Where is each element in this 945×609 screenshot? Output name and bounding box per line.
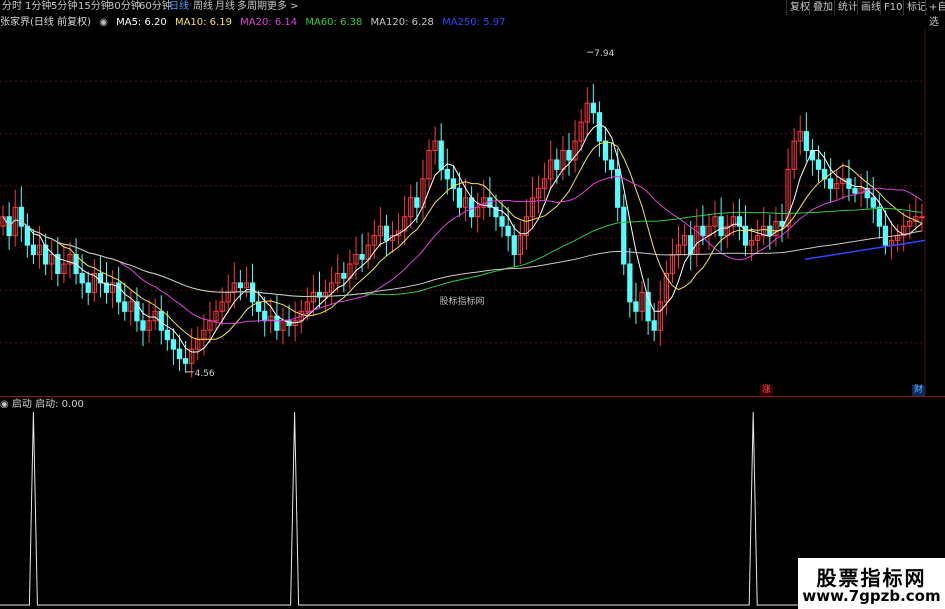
candle-body xyxy=(341,272,347,279)
indicator-value: 启动: 0.00 xyxy=(35,399,84,410)
diamond-icon: ◇ xyxy=(913,29,920,31)
candle-body xyxy=(262,310,268,322)
candle-body xyxy=(414,197,420,208)
period-tab-7[interactable]: 周线 xyxy=(193,1,213,13)
period-tab-4[interactable]: 30分钟 xyxy=(108,1,141,13)
candle-body xyxy=(809,150,816,161)
candle-body xyxy=(499,216,505,227)
candle-body xyxy=(919,216,925,219)
candle-body xyxy=(596,112,603,142)
candle-body xyxy=(870,197,876,208)
site-watermark: 股票指标网 www.7gpzb.com xyxy=(798,558,945,609)
ma120-label: MA120: 6.28 xyxy=(370,17,434,28)
candle-body xyxy=(828,178,834,189)
candle-body xyxy=(633,301,639,312)
period-tab-2[interactable]: 5分钟 xyxy=(51,1,77,13)
ma250-label: MA250: 5.97 xyxy=(442,17,506,28)
candle-body xyxy=(602,140,609,161)
period-tab-6[interactable]: 日线 xyxy=(169,1,189,13)
candle-body xyxy=(876,206,882,227)
watermark-url: www.7gpzb.com xyxy=(802,587,941,605)
candle-body xyxy=(511,235,517,256)
period-tab-3[interactable]: 15分钟 xyxy=(78,1,111,13)
ma5-label: MA5: 6.20 xyxy=(116,17,167,28)
candle-body xyxy=(24,225,31,246)
tool-button-4[interactable]: F10 xyxy=(880,0,905,15)
candle-body xyxy=(438,140,444,170)
main-legend: 张家界(日线 前复权) ◉ MA5: 6.20 MA10: 6.19 MA20:… xyxy=(0,16,510,29)
candle-body xyxy=(30,244,37,256)
candle-body xyxy=(554,159,560,170)
candle-body xyxy=(590,102,596,114)
candle-body xyxy=(444,168,450,180)
candle-body xyxy=(468,197,475,218)
candle-body xyxy=(79,272,85,284)
period-tab-8[interactable]: 月线 xyxy=(215,1,235,13)
candle-body xyxy=(608,159,615,170)
candle-body xyxy=(700,225,706,237)
candle-body xyxy=(815,159,822,170)
zhang-badge[interactable]: 涨 xyxy=(760,385,774,396)
candle-body xyxy=(718,216,724,237)
candle-body xyxy=(176,348,183,360)
candle-body xyxy=(85,282,91,293)
candle-body xyxy=(274,315,280,331)
stock-title: 张家界(日线 前复权) xyxy=(0,17,91,28)
candle-body xyxy=(456,187,463,208)
panel-divider[interactable] xyxy=(0,396,945,397)
tool-button-6[interactable]: +自选 xyxy=(925,0,945,28)
candle-body xyxy=(237,282,244,289)
candle-body xyxy=(359,254,365,260)
period-toolbar: 分时 1分钟 5分钟 15分钟 30分钟 60分钟 日线 周线 月线 多周期 更多 > 复权 叠加 统计画… xyxy=(0,0,945,28)
cai-badge[interactable]: 财 xyxy=(912,385,926,396)
period-tab-1[interactable]: 1分钟 xyxy=(25,1,51,13)
candle-body xyxy=(18,206,24,227)
candlestick-chart[interactable]: 7.94 4.56 股标指标网 ◇ xyxy=(0,29,945,395)
low-price-label: 4.56 xyxy=(195,369,215,379)
period-tab-5[interactable]: 60分钟 xyxy=(139,1,172,13)
settings-circle-icon[interactable]: ◉ xyxy=(99,17,108,28)
candle-body xyxy=(621,206,627,265)
period-tab-9[interactable]: 多周期 xyxy=(237,1,267,13)
ma20-label: MA20: 6.14 xyxy=(240,17,298,28)
candle-body xyxy=(615,168,621,208)
candle-body xyxy=(566,150,572,161)
candle-body xyxy=(505,225,511,237)
candle-body xyxy=(852,187,858,194)
ma10-label: MA10: 6.19 xyxy=(174,17,232,28)
candle-body xyxy=(688,235,694,256)
candle-body xyxy=(383,225,390,241)
candle-body xyxy=(651,320,657,331)
ma60-label: MA60: 6.38 xyxy=(305,17,363,28)
candle-body xyxy=(140,320,146,331)
candle-body xyxy=(164,329,170,341)
candle-body xyxy=(170,339,177,350)
high-price-label: 7.94 xyxy=(594,49,614,59)
candle-body xyxy=(803,131,809,152)
tool-button-1[interactable]: 叠加 xyxy=(809,0,836,15)
candle-body xyxy=(627,263,633,303)
indicator-name: 启动 xyxy=(11,399,32,410)
candle-body xyxy=(122,301,128,312)
ma250-line xyxy=(804,239,926,261)
collapse-icon[interactable]: ◉ xyxy=(0,399,9,410)
candle-body xyxy=(882,225,889,246)
candle-body xyxy=(182,358,189,364)
period-tab-10[interactable]: 更多 > xyxy=(267,1,299,13)
center-watermark: 股标指标网 xyxy=(439,295,484,307)
period-tab-0[interactable]: 分时 xyxy=(2,1,22,13)
